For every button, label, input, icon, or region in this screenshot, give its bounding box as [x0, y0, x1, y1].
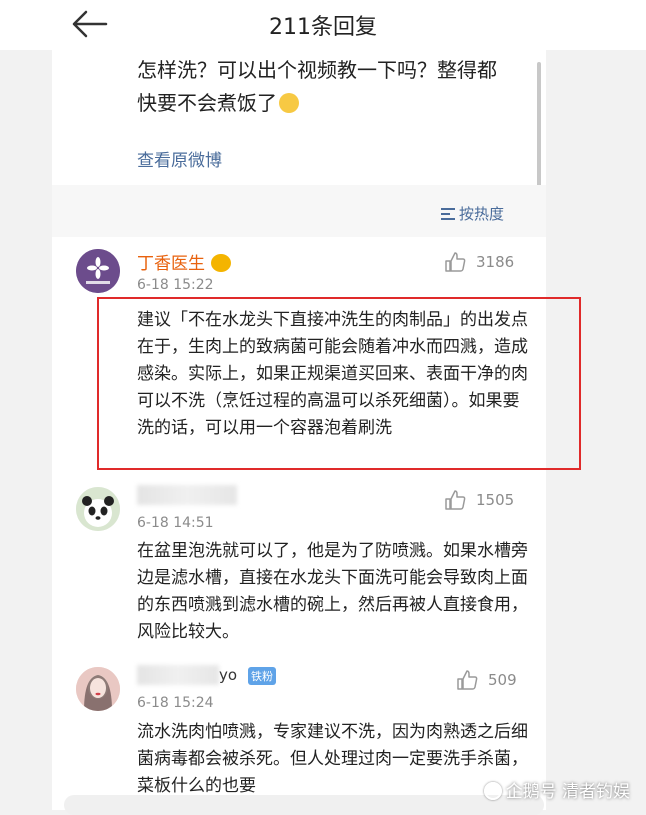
avatar[interactable] — [76, 249, 120, 293]
original-post-line1: 怎样洗？可以出个视频教一下吗？整得都 — [137, 58, 497, 82]
username-blurred[interactable] — [137, 665, 219, 685]
original-post-text: 怎样洗？可以出个视频教一下吗？整得都 快要不会煮饭了 — [137, 54, 537, 120]
top-bar: 211条回复 — [0, 0, 646, 50]
avatar[interactable] — [76, 667, 120, 711]
reply-input-bar[interactable] — [64, 795, 544, 815]
watermark: 企鹅号 清者钓娱 — [483, 777, 630, 802]
highlight-box — [97, 297, 581, 470]
penguin-icon — [483, 782, 502, 800]
comment-text: 流水洗肉怕喷溅，专家建议不洗，因为肉熟透之后细菌病毒都会被杀死。但人处理过肉一定… — [137, 722, 528, 796]
thumbs-up-icon — [445, 252, 466, 272]
comment-item: 6-18 14:51 1505 在盆里泡洗就可以了，他是为了防喷溅。如果水槽旁边… — [52, 475, 546, 655]
like-button[interactable]: 1505 — [444, 489, 524, 513]
sort-by-heat-button[interactable]: 按热度 — [440, 203, 504, 224]
like-count: 3186 — [476, 253, 515, 271]
clove-logo-icon — [76, 249, 120, 293]
thumbs-up-icon — [445, 490, 466, 510]
like-button[interactable]: 3186 — [444, 251, 524, 275]
username[interactable]: 丁香医生 — [137, 249, 231, 274]
sort-icon — [440, 208, 455, 220]
username-tail[interactable]: yo — [219, 666, 237, 684]
like-count: 1505 — [476, 491, 515, 509]
panda-avatar-icon — [76, 487, 120, 531]
comment-time: 6-18 15:24 — [137, 695, 214, 711]
page-title: 211条回复 — [269, 15, 377, 40]
sort-label: 按热度 — [458, 205, 504, 223]
view-original-link[interactable]: 查看原微博 — [137, 146, 222, 171]
sort-bar: 按热度 — [52, 185, 546, 237]
avatar[interactable] — [76, 487, 120, 531]
watermark-text: 企鹅号 清者钓娱 — [505, 782, 630, 802]
comment-item: yo 铁粉 6-18 15:24 509 流水洗肉怕喷溅，专家建议不洗，因为肉熟… — [52, 655, 546, 810]
original-post-line2: 快要不会煮饭了 — [137, 91, 277, 115]
comment-time: 6-18 14:51 — [137, 515, 214, 531]
like-button[interactable]: 509 — [456, 669, 524, 693]
username-blurred[interactable] — [137, 485, 237, 505]
like-count: 509 — [488, 671, 517, 689]
thumbs-up-icon — [457, 670, 478, 690]
laughing-emoji-icon — [279, 93, 299, 113]
user-photo-icon — [76, 667, 120, 711]
original-post: 怎样洗？可以出个视频教一下吗？整得都 快要不会煮饭了 查看原微博 — [52, 50, 546, 185]
comment-text: 在盆里泡洗就可以了，他是为了防喷溅。如果水槽旁边是滤水槽，直接在水龙头下面洗可能… — [137, 541, 528, 642]
fan-badge: 铁粉 — [248, 667, 276, 685]
vip-crown-icon — [211, 254, 231, 272]
comment-time: 6-18 15:22 — [137, 277, 214, 293]
